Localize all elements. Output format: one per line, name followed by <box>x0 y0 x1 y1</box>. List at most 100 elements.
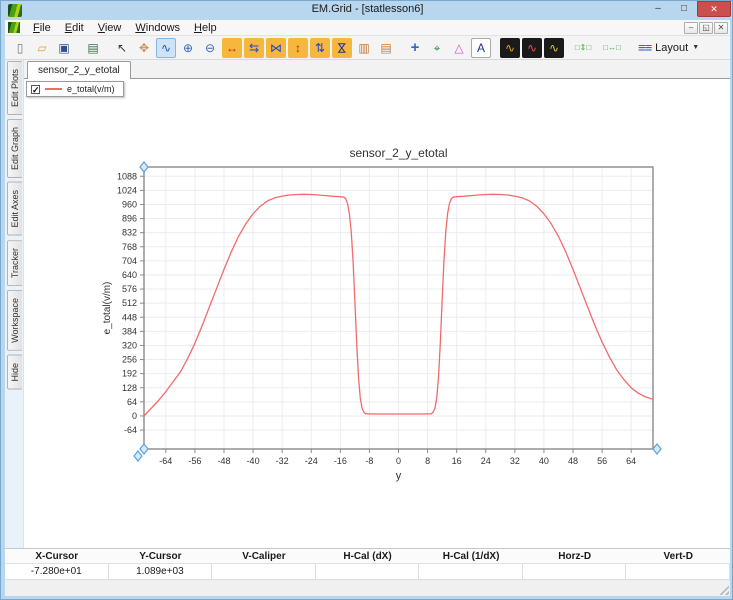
y-tick-label: 704 <box>122 256 137 266</box>
h-panels-icon[interactable]: ▤ <box>376 38 396 58</box>
plot-yellow-icon: ∿ <box>548 40 560 55</box>
plot-red-icon: ∿ <box>526 40 538 55</box>
sidebar-tab-edit-plots[interactable]: Edit Plots <box>6 61 22 116</box>
x-tick-label: -32 <box>276 456 289 466</box>
v-expand-icon[interactable]: ↕ <box>288 37 308 58</box>
x-tick-label: -64 <box>159 456 172 466</box>
toolbar-separator <box>397 38 404 58</box>
open-folder-icon: ▱ <box>37 40 47 55</box>
titlebar: EM.Grid - [statlesson6] – □ ✕ <box>1 1 732 20</box>
print-icon[interactable]: ▤ <box>83 38 103 58</box>
sidebar-tab-edit-axes[interactable]: Edit Axes <box>6 182 22 236</box>
legend-label: e_total(v/m) <box>67 84 115 94</box>
y-tick-label: 448 <box>122 312 137 322</box>
y-tick-label: 576 <box>122 284 137 294</box>
chart[interactable]: -64 -56 -48 -40 -32 -24 -16 -8 0 8 16 24 32 40 48 56 64 -… <box>24 79 730 548</box>
crosshair-icon[interactable]: + <box>405 38 425 58</box>
h-expand-icon[interactable]: ↔ <box>222 37 242 58</box>
pointer-icon: ↖ <box>116 40 128 55</box>
new-file-icon[interactable]: ▯ <box>10 38 30 58</box>
zoom-window-icon[interactable]: ∿ <box>156 37 176 58</box>
status-header-horz-d: Horz-D <box>558 551 592 562</box>
tracker-axes-icon[interactable]: ⌖ <box>427 38 447 58</box>
y-tick-label: 192 <box>122 369 137 379</box>
caliper-triangle-icon[interactable]: △ <box>449 38 469 58</box>
pointer-icon[interactable]: ↖ <box>112 38 132 58</box>
minimize-button[interactable]: – <box>645 1 671 16</box>
x-tick-label: 32 <box>510 456 520 466</box>
tab-sensor-2-y-etotal[interactable]: sensor_2_y_etotal <box>27 61 131 79</box>
plot-yellow-icon[interactable]: ∿ <box>544 37 564 58</box>
layout-button[interactable]: ≡≡ Layout ▼ <box>632 38 705 57</box>
status-table-values: -7.280e+01 1.089e+03 <box>5 564 731 580</box>
v-arrows-icon[interactable]: ⇅ <box>310 37 330 58</box>
new-file-icon: ▯ <box>16 40 24 55</box>
zoom-window-icon: ∿ <box>160 40 172 55</box>
h-arrows-icon[interactable]: ⇆ <box>244 37 264 58</box>
x-tick-label: -16 <box>334 456 347 466</box>
status-table: X-Cursor Y-Cursor V-Caliper H-Cal (dX) H-Cal… <box>5 548 731 580</box>
h-expand-icon: ↔ <box>226 40 238 55</box>
corner-marker-bottom-left-outer[interactable] <box>133 450 143 462</box>
sidebar-tab-strip: Edit Plots Edit Graph Edit Axes Tracker Work… <box>5 60 24 548</box>
sidebar-tab-hide[interactable]: Hide <box>6 354 22 390</box>
y-tick-label: 1024 <box>117 185 137 195</box>
x-tick-label: 56 <box>597 456 607 466</box>
sidebar-tab-edit-graph[interactable]: Edit Graph <box>6 119 22 179</box>
toolbar-separator <box>104 38 111 58</box>
client-area: Edit Plots Edit Graph Edit Axes Tracker Work… <box>5 60 730 548</box>
menu-view[interactable]: View <box>91 20 129 36</box>
corner-marker-bottom-left[interactable] <box>139 443 149 455</box>
corner-marker-top-left[interactable] <box>139 161 149 173</box>
resize-grip[interactable] <box>717 583 729 595</box>
pan-hand-icon[interactable]: ✥ <box>134 38 154 58</box>
sidebar-tab-tracker[interactable]: Tracker <box>6 239 22 286</box>
y-tick-label: 896 <box>122 214 137 224</box>
h-compress-icon[interactable]: ⋈ <box>266 37 286 58</box>
app-window: EM.Grid - [statlesson6] – □ ✕ File Edit View… <box>0 0 733 600</box>
x-tick-label: -48 <box>217 456 230 466</box>
mdi-close-button[interactable]: ✕ <box>714 22 728 34</box>
plot-red-icon[interactable]: ∿ <box>522 37 542 58</box>
close-button[interactable]: ✕ <box>697 1 731 17</box>
y-tick-label: 64 <box>127 397 137 407</box>
status-value-h-cal-1-dx- <box>419 564 523 580</box>
sidebar-tab-workspace[interactable]: Workspace <box>6 289 22 351</box>
caliper-triangle-icon: △ <box>454 40 464 55</box>
status-header-h-cal-dx-: H-Cal (dX) <box>343 551 392 562</box>
legend[interactable]: ✓ e_total(v/m) <box>26 81 124 97</box>
caret-down-icon: ▼ <box>692 44 700 51</box>
x-tick-label: -8 <box>365 456 373 466</box>
v-spacing-icon[interactable]: □⇕□ <box>573 38 593 58</box>
h-arrows-icon: ⇆ <box>248 40 260 55</box>
layout-icon: ≡≡ <box>638 40 652 55</box>
v-spacing-icon: □⇕□ <box>574 42 592 52</box>
h-spacing-icon[interactable]: □↔□ <box>602 38 622 58</box>
copy-plot-icon[interactable]: ∿ <box>500 37 520 58</box>
v-panels-icon[interactable]: ▥ <box>354 38 374 58</box>
window-title: EM.Grid - [statlesson6] <box>311 3 424 15</box>
mdi-restore-button[interactable]: ◱ <box>699 22 713 34</box>
zoom-in-icon[interactable]: ⊕ <box>178 38 198 58</box>
zoom-out-icon[interactable]: ⊖ <box>200 38 220 58</box>
corner-marker-bottom-right[interactable] <box>652 443 662 455</box>
plot-canvas[interactable]: ✓ e_total(v/m) -64 -56 -48 -40 -32 -24 -16 -8 0 8… <box>24 79 730 548</box>
x-tick-label: 24 <box>481 456 491 466</box>
v-panels-icon: ▥ <box>358 40 370 55</box>
save-icon[interactable]: ▣ <box>54 38 74 58</box>
menu-windows[interactable]: Windows <box>128 20 187 36</box>
text-label-icon[interactable]: A <box>471 37 491 58</box>
open-folder-icon[interactable]: ▱ <box>32 38 52 58</box>
menu-edit[interactable]: Edit <box>58 20 91 36</box>
y-tick-label: 256 <box>122 355 137 365</box>
legend-checkbox[interactable]: ✓ <box>31 84 40 94</box>
v-compress-icon[interactable]: ⋈ <box>332 37 352 58</box>
menu-file[interactable]: File <box>26 20 58 36</box>
maximize-button[interactable]: □ <box>671 1 697 16</box>
mdi-minimize-button[interactable]: – <box>684 22 698 34</box>
y-tick-label: 960 <box>122 199 137 209</box>
y-tick-label: -64 <box>124 425 137 435</box>
toolbar-separator <box>75 38 82 58</box>
menu-help[interactable]: Help <box>187 20 224 36</box>
menu-items: File Edit View Windows Help <box>26 20 224 36</box>
